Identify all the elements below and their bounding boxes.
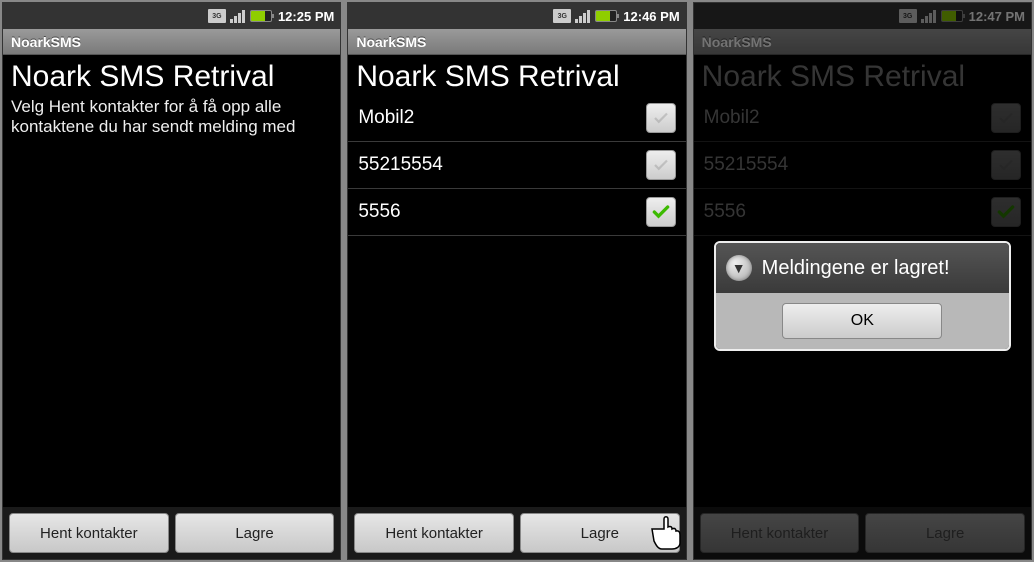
clock: 12:46 PM — [623, 9, 679, 24]
status-icons: 3G — [208, 9, 272, 23]
network-3g-icon: 3G — [208, 9, 226, 23]
pointing-hand-icon — [644, 505, 692, 553]
dialog-title: Meldingene er lagret! — [762, 257, 950, 280]
battery-icon — [595, 10, 617, 22]
footer-bar: Hent kontakter Lagre — [3, 507, 340, 559]
status-bar: 3G 12:46 PM — [348, 3, 685, 29]
battery-icon — [250, 10, 272, 22]
app-titlebar: NoarkSMS — [348, 29, 685, 55]
contact-label: Mobil2 — [358, 107, 414, 129]
network-3g-icon: 3G — [553, 9, 571, 23]
contact-label: 55215554 — [358, 154, 443, 176]
clock: 12:25 PM — [278, 9, 334, 24]
dialog-body: OK — [716, 293, 1009, 349]
signal-icon — [230, 9, 246, 23]
phone-screen-1: 3G 12:25 PM NoarkSMS Noark SMS Retrival … — [2, 2, 341, 560]
content-area: Noark SMS Retrival Mobil2 55215554 5556 — [348, 55, 685, 507]
confirmation-dialog: ▼ Meldingene er lagret! OK — [714, 241, 1011, 351]
phone-screen-2: 3G 12:46 PM NoarkSMS Noark SMS Retrival … — [347, 2, 686, 560]
contact-row[interactable]: Mobil2 — [348, 95, 685, 142]
checkbox-unchecked-icon[interactable] — [646, 103, 676, 133]
status-bar: 3G 12:25 PM — [3, 3, 340, 29]
status-icons: 3G — [553, 9, 617, 23]
contact-row[interactable]: 5556 — [348, 189, 685, 236]
page-heading: Noark SMS Retrival — [3, 55, 340, 95]
contact-row[interactable]: 55215554 — [348, 142, 685, 189]
app-titlebar: NoarkSMS — [3, 29, 340, 55]
dialog-header: ▼ Meldingene er lagret! — [716, 243, 1009, 293]
checkbox-unchecked-icon[interactable] — [646, 150, 676, 180]
checkbox-checked-icon[interactable] — [646, 197, 676, 227]
fetch-contacts-button[interactable]: Hent kontakter — [354, 513, 514, 553]
phone-screen-3: 3G 12:47 PM NoarkSMS Noark SMS Retrival … — [693, 2, 1032, 560]
instruction-text: Velg Hent kontakter for å få opp alle ko… — [3, 95, 340, 140]
page-heading: Noark SMS Retrival — [348, 55, 685, 95]
ok-button[interactable]: OK — [782, 303, 942, 339]
fetch-contacts-button[interactable]: Hent kontakter — [9, 513, 169, 553]
save-button[interactable]: Lagre — [175, 513, 335, 553]
footer-bar: Hent kontakter Lagre — [348, 507, 685, 559]
arrow-down-circle-icon: ▼ — [726, 255, 752, 281]
signal-icon — [575, 9, 591, 23]
content-area: Noark SMS Retrival Velg Hent kontakter f… — [3, 55, 340, 507]
contact-label: 5556 — [358, 201, 400, 223]
